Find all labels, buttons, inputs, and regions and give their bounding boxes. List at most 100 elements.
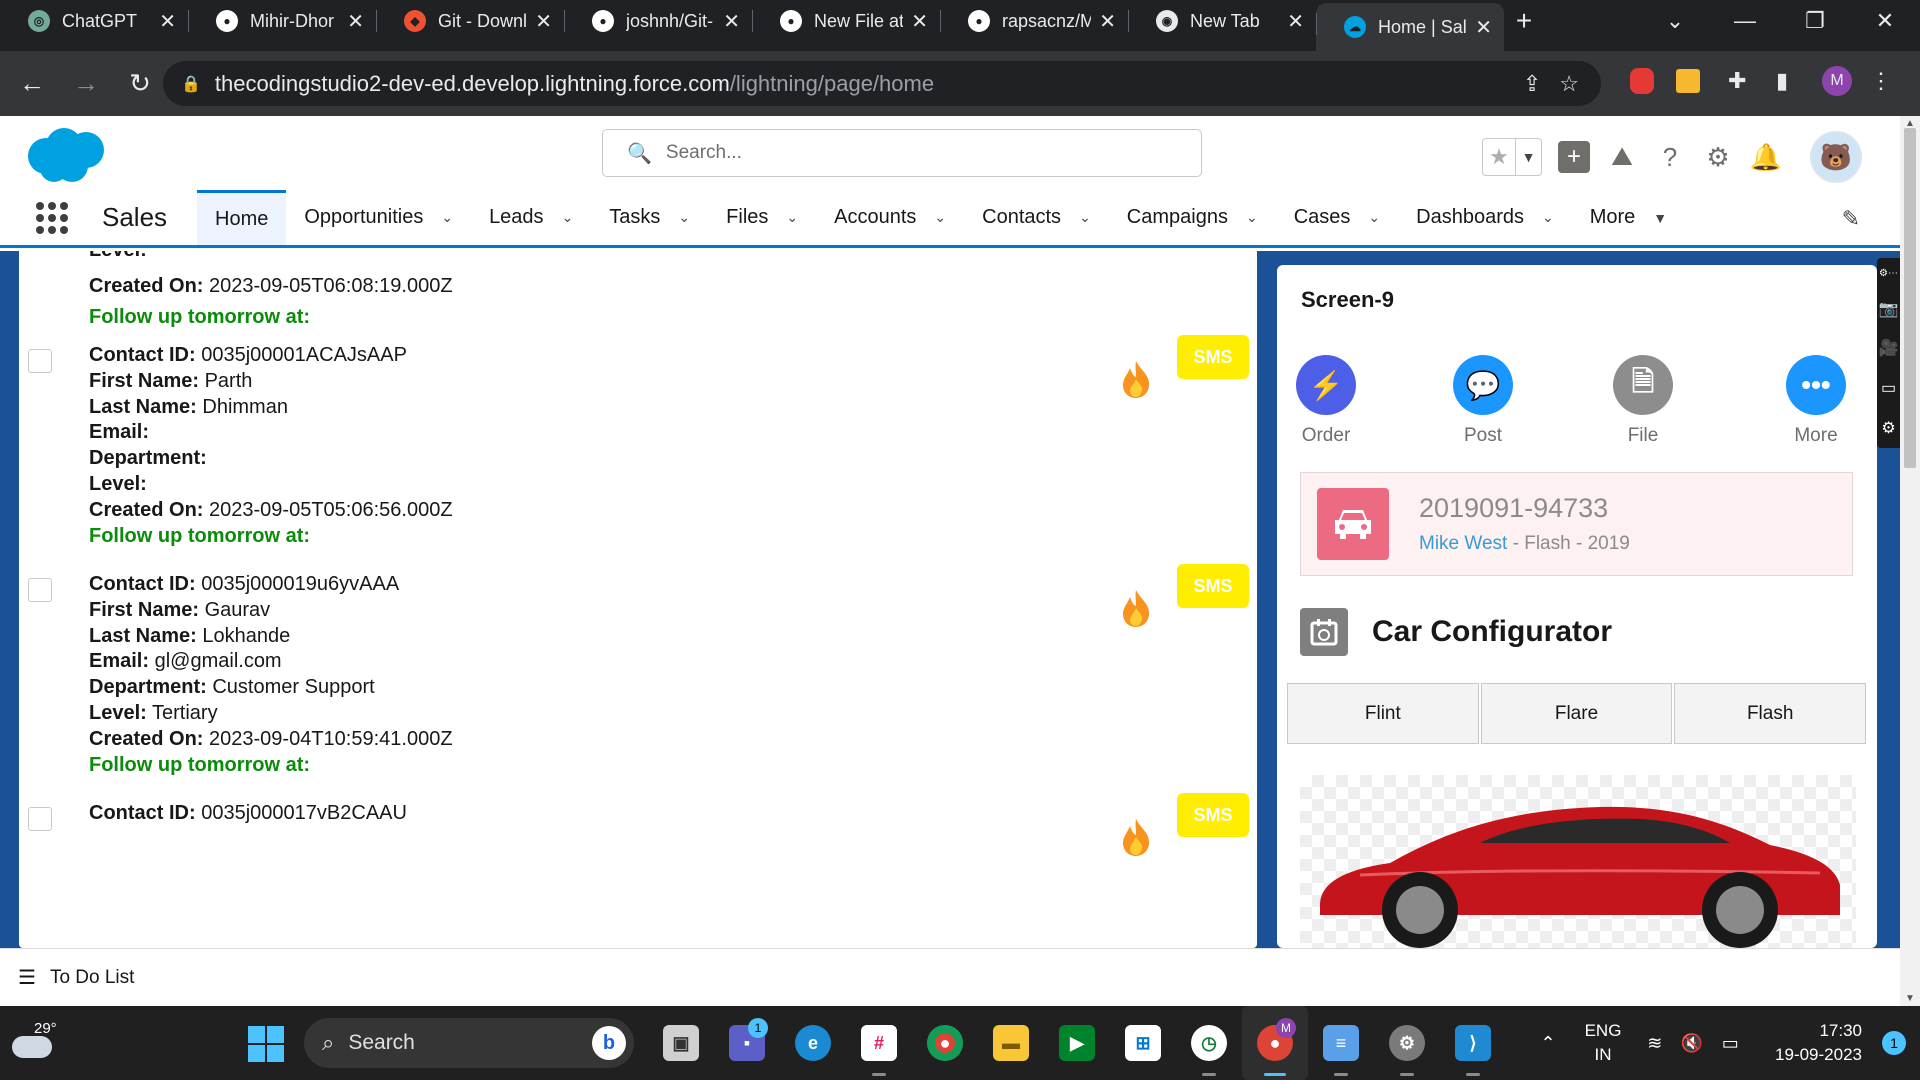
- global-actions-icon[interactable]: +: [1558, 141, 1590, 173]
- browser-tab[interactable]: ● joshnh/Git- ✕: [564, 0, 752, 42]
- help-icon[interactable]: ?: [1654, 141, 1686, 173]
- salesforce-logo[interactable]: [24, 126, 110, 186]
- side-panel-icon[interactable]: ▮: [1776, 61, 1788, 101]
- start-button[interactable]: [248, 1026, 284, 1062]
- model-tab-flint[interactable]: Flint: [1287, 683, 1479, 744]
- tool-settings-icon[interactable]: ⚙⋯: [1879, 268, 1898, 279]
- global-search-input[interactable]: 🔍 Search...: [602, 129, 1202, 177]
- nav-item-files[interactable]: Files ⌄: [708, 190, 816, 245]
- sms-button[interactable]: SMS: [1177, 564, 1249, 608]
- record-checkbox[interactable]: [28, 578, 52, 602]
- bing-icon[interactable]: b: [592, 1026, 626, 1060]
- close-tab-icon[interactable]: ✕: [1287, 9, 1304, 34]
- chevron-down-icon[interactable]: ⌄: [562, 209, 574, 226]
- language-indicator[interactable]: ENG IN: [1568, 1019, 1638, 1067]
- bookmark-star-icon[interactable]: ☆: [1559, 71, 1579, 97]
- close-tab-icon[interactable]: ✕: [911, 9, 928, 34]
- browser-tab[interactable]: ● New File at ✕: [752, 0, 940, 42]
- favorite-star-icon[interactable]: ★: [1483, 139, 1515, 175]
- nav-item-leads[interactable]: Leads ⌄: [471, 190, 591, 245]
- favorites-menu-icon[interactable]: ▼: [1515, 139, 1541, 175]
- nav-item-contacts[interactable]: Contacts ⌄: [964, 190, 1109, 245]
- chevron-down-icon[interactable]: ⌄: [1542, 209, 1554, 226]
- tab-search-icon[interactable]: ⌄: [1640, 0, 1710, 42]
- model-tab-flash[interactable]: Flash: [1674, 683, 1867, 744]
- browser-tab[interactable]: ● rapsacnz/M ✕: [940, 0, 1128, 42]
- nav-item-home[interactable]: Home: [197, 190, 287, 245]
- restore-button[interactable]: ❐: [1780, 0, 1850, 42]
- sms-button[interactable]: SMS: [1177, 335, 1249, 379]
- more-icon[interactable]: •••: [1786, 355, 1846, 415]
- notification-center[interactable]: 1: [1868, 1031, 1920, 1055]
- file-explorer-button[interactable]: ▬: [978, 1006, 1044, 1080]
- gear-icon[interactable]: ⚙: [1881, 418, 1895, 438]
- window-icon[interactable]: ▭: [1881, 378, 1896, 398]
- browser-tab[interactable]: ● Mihir-Dhor ✕: [188, 0, 376, 42]
- close-tab-icon[interactable]: ✕: [1099, 9, 1116, 34]
- owner-link[interactable]: Mike West: [1419, 533, 1507, 554]
- task-view-button[interactable]: ▣: [648, 1006, 714, 1080]
- chrome-profile-button[interactable]: ● M: [1242, 1006, 1308, 1080]
- profile-button[interactable]: M: [1822, 61, 1852, 101]
- nav-item-tasks[interactable]: Tasks ⌄: [591, 190, 708, 245]
- browser-tab[interactable]: ☁ Home | Sale ✕: [1316, 3, 1504, 51]
- scrollbar-thumb[interactable]: [1904, 128, 1916, 468]
- trailhead-icon[interactable]: ⛰: [1606, 141, 1638, 173]
- model-tab-flare[interactable]: Flare: [1480, 683, 1673, 744]
- chevron-down-icon[interactable]: ⌄: [934, 209, 946, 226]
- chevron-down-icon[interactable]: ⌄: [1246, 209, 1258, 226]
- forward-button[interactable]: →: [64, 62, 108, 106]
- close-tab-icon[interactable]: ✕: [1475, 15, 1492, 40]
- new-tab-button[interactable]: +: [1504, 0, 1544, 42]
- show-hidden-icons-chevron[interactable]: ⌃: [1528, 1033, 1568, 1054]
- vehicle-record-card[interactable]: 2019091-94733 Mike West - Flash - 2019: [1300, 472, 1853, 576]
- camera-icon[interactable]: 📷: [1879, 299, 1899, 319]
- browser-tab[interactable]: ◉ New Tab ✕: [1128, 0, 1316, 42]
- edit-nav-pencil-icon[interactable]: ✎: [1842, 206, 1860, 232]
- extension-yellow-icon[interactable]: [1676, 61, 1700, 101]
- browser-tab[interactable]: ◆ Git - Downl ✕: [376, 0, 564, 42]
- chevron-down-icon[interactable]: ⌄: [441, 209, 453, 226]
- clock[interactable]: 17:30 19-09-2023: [1748, 1019, 1868, 1067]
- lock-icon[interactable]: 🔒: [181, 74, 201, 94]
- action-order[interactable]: ⚡ Order: [1277, 355, 1376, 447]
- weather-widget[interactable]: 29°: [12, 1020, 68, 1066]
- quick-settings[interactable]: ≋ 🔇 ▭: [1638, 1033, 1748, 1054]
- close-tab-icon[interactable]: ✕: [159, 9, 176, 34]
- chat-bubble-icon[interactable]: 💬: [1453, 355, 1513, 415]
- video-icon[interactable]: 🎥: [1879, 338, 1899, 358]
- vscode-button[interactable]: ⟩: [1440, 1006, 1506, 1080]
- chevron-down-icon[interactable]: ▼: [1653, 210, 1667, 226]
- back-button[interactable]: ←: [10, 62, 54, 106]
- chevron-down-icon[interactable]: ⌄: [1368, 209, 1380, 226]
- file-icon[interactable]: 🗎: [1613, 355, 1673, 415]
- app-launcher-icon[interactable]: [36, 202, 68, 234]
- vehicle-record-number[interactable]: 2019091-94733: [1419, 493, 1608, 524]
- minimize-button[interactable]: —: [1710, 0, 1780, 42]
- record-checkbox[interactable]: [28, 349, 52, 373]
- record-checkbox[interactable]: [28, 807, 52, 831]
- edge-button[interactable]: e: [780, 1006, 846, 1080]
- action-more[interactable]: ••• More: [1766, 355, 1866, 447]
- store-button[interactable]: ⊞: [1110, 1006, 1176, 1080]
- action-file[interactable]: 🗎 File: [1593, 355, 1693, 447]
- chevron-down-icon[interactable]: ⌄: [678, 209, 690, 226]
- nav-item-cases[interactable]: Cases ⌄: [1276, 190, 1398, 245]
- notifications-bell-icon[interactable]: 🔔: [1750, 141, 1782, 173]
- nav-item-dashboards[interactable]: Dashboards ⌄: [1398, 190, 1572, 245]
- share-icon[interactable]: ⇪: [1523, 71, 1541, 97]
- teams-chat-button[interactable]: ▪ 1: [714, 1006, 780, 1080]
- nav-item-campaigns[interactable]: Campaigns ⌄: [1109, 190, 1276, 245]
- settings-button[interactable]: ⚙: [1374, 1006, 1440, 1080]
- lightning-bolt-icon[interactable]: ⚡: [1296, 355, 1356, 415]
- taskbar-search[interactable]: ⌕ Search b: [304, 1018, 634, 1068]
- nav-item-more[interactable]: More ▼: [1572, 190, 1685, 245]
- extensions-puzzle-icon[interactable]: ✚: [1728, 61, 1746, 101]
- nav-item-opportunities[interactable]: Opportunities ⌄: [286, 190, 471, 245]
- scroll-down-icon[interactable]: ▼: [1905, 993, 1915, 1004]
- sms-button[interactable]: SMS: [1177, 793, 1249, 837]
- page-scrollbar[interactable]: ▲ ▼: [1900, 116, 1920, 1006]
- setup-gear-icon[interactable]: ⚙: [1702, 141, 1734, 173]
- nav-item-accounts[interactable]: Accounts ⌄: [816, 190, 964, 245]
- chrome-menu-icon[interactable]: ⋮: [1870, 61, 1892, 101]
